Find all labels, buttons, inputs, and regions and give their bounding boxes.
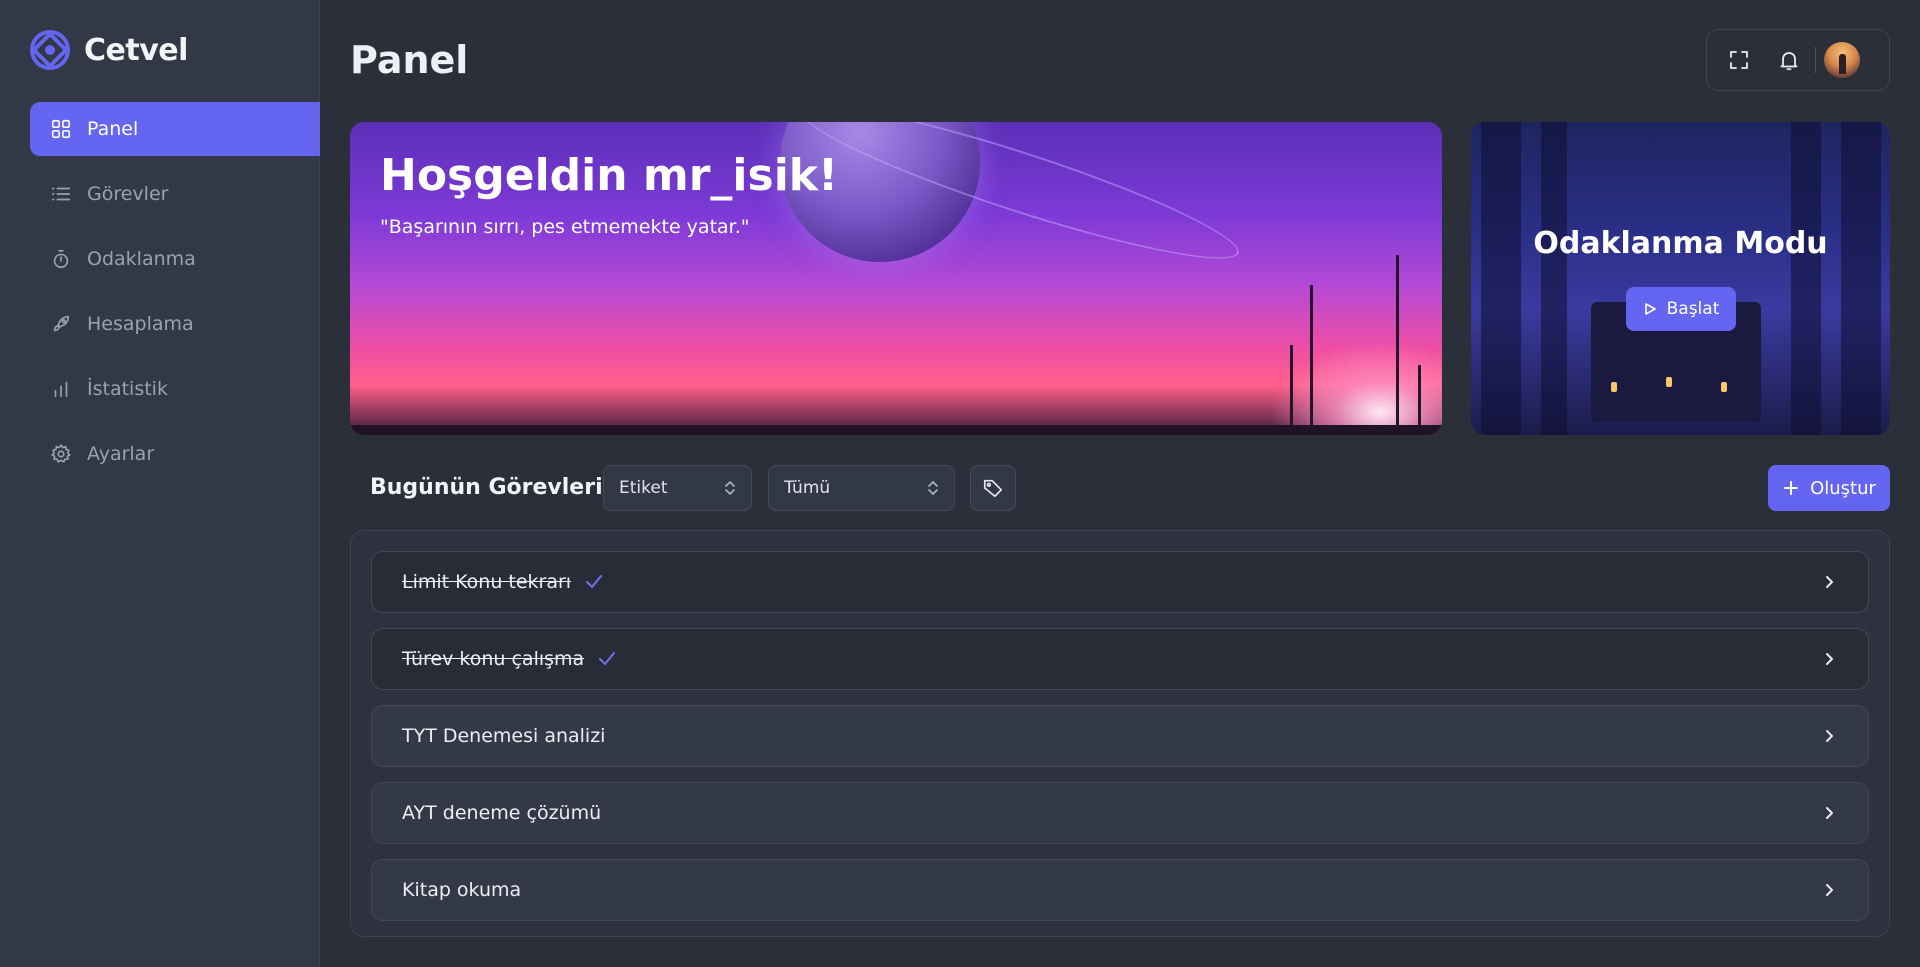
grid-icon [51,119,71,139]
gear-icon [50,443,72,463]
chevron-right-icon [1826,730,1833,742]
sidebar: Cetvel Panel Görevler Odaklanma Hesaplam… [0,0,320,967]
check-icon [586,575,603,588]
window-light [1611,382,1617,392]
focus-mode-title: Odaklanma Modu [1533,226,1828,261]
task-label: TYT Denemesi analizi [402,725,606,747]
sidebar-item-label: Ayarlar [87,443,155,465]
tasks-section-title: Bugünün Görevleri [370,475,603,500]
task-label: AYT deneme çözümü [402,802,602,824]
welcome-banner: Hoşgeldin mr_isik! "Başarının sırrı, pes… [350,122,1442,435]
fullscreen-icon [1730,51,1748,69]
chevron-up-down-icon [725,481,735,495]
chevron-right-icon [1826,807,1833,819]
start-focus-label: Başlat [1666,299,1720,319]
play-icon [1644,303,1656,315]
task-item[interactable]: Limit Konu tekrarı [371,551,1869,613]
window-light [1666,377,1672,387]
sidebar-item-ayarlar[interactable]: Ayarlar [30,427,320,481]
tag-filter-value: Etiket [619,478,668,498]
tree-silhouette [1481,122,1521,435]
status-filter-value: Tümü [784,478,831,498]
tree-silhouette [1541,122,1567,435]
stopwatch-icon [53,249,69,269]
focus-mode-card: Odaklanma Modu Başlat [1471,122,1890,435]
tags-button[interactable] [970,465,1016,511]
task-item[interactable]: AYT deneme çözümü [371,782,1869,844]
chevron-right-icon [1826,576,1833,588]
check-icon [599,652,616,665]
start-focus-button[interactable]: Başlat [1626,287,1736,331]
list-icon [51,187,71,201]
plus-icon [1784,481,1799,495]
task-label: Limit Konu tekrarı [402,571,572,593]
chevron-right-icon [1826,653,1833,665]
boat-mast [1396,255,1399,435]
task-item[interactable]: Kitap okuma [371,859,1869,921]
sidebar-item-label: Odaklanma [87,248,196,270]
status-filter-select[interactable]: Tümü [768,465,955,511]
welcome-title: Hoşgeldin mr_isik! [380,150,839,201]
chevron-up-down-icon [928,481,938,495]
sidebar-item-hesaplama[interactable]: Hesaplama [30,297,320,351]
header-toolbar [1706,29,1890,91]
sidebar-item-label: Hesaplama [87,313,194,335]
task-label: Kitap okuma [402,879,522,901]
chevron-right-icon [1826,884,1833,896]
sidebar-item-panel[interactable]: Panel [30,102,320,156]
sidebar-item-odaklanma[interactable]: Odaklanma [30,232,320,286]
logo-icon [30,30,70,70]
tag-filter-select[interactable]: Etiket [603,465,752,511]
avatar-button[interactable] [1822,40,1862,80]
create-task-label: Oluştur [1810,477,1876,499]
bell-icon [1780,52,1798,71]
sidebar-item-istatistik[interactable]: İstatistik [30,362,320,416]
brand[interactable]: Cetvel [30,30,188,70]
create-task-button[interactable]: Oluştur [1768,465,1890,511]
sidebar-item-gorevler[interactable]: Görevler [30,167,320,221]
boat-mast [1310,285,1313,435]
task-list: Limit Konu tekrarı Türev konu çalışma TY… [350,530,1890,937]
rocket-icon [53,315,70,332]
sidebar-item-label: Görevler [87,183,169,205]
fullscreen-button[interactable] [1719,40,1759,80]
horizon [350,425,1442,435]
app-name: Cetvel [84,32,188,68]
tree-silhouette [1791,122,1821,435]
sidebar-item-label: Panel [87,118,139,140]
bar-chart-icon [54,381,68,398]
notifications-button[interactable] [1769,40,1809,80]
boat-mast [1290,345,1293,435]
task-label: Türev konu çalışma [402,648,585,670]
avatar [1824,42,1860,78]
sidebar-nav: Panel Görevler Odaklanma Hesaplama İstat… [30,102,320,492]
window-light [1721,382,1727,392]
sidebar-item-label: İstatistik [87,378,168,400]
page-title: Panel [350,38,469,82]
task-item[interactable]: TYT Denemesi analizi [371,705,1869,767]
task-item[interactable]: Türev konu çalışma [371,628,1869,690]
welcome-quote: "Başarının sırrı, pes etmemekte yatar." [380,216,750,238]
tree-silhouette [1841,122,1881,435]
tag-icon [983,479,1003,498]
toolbar-divider [1815,47,1816,73]
sun-glow [1270,342,1442,435]
